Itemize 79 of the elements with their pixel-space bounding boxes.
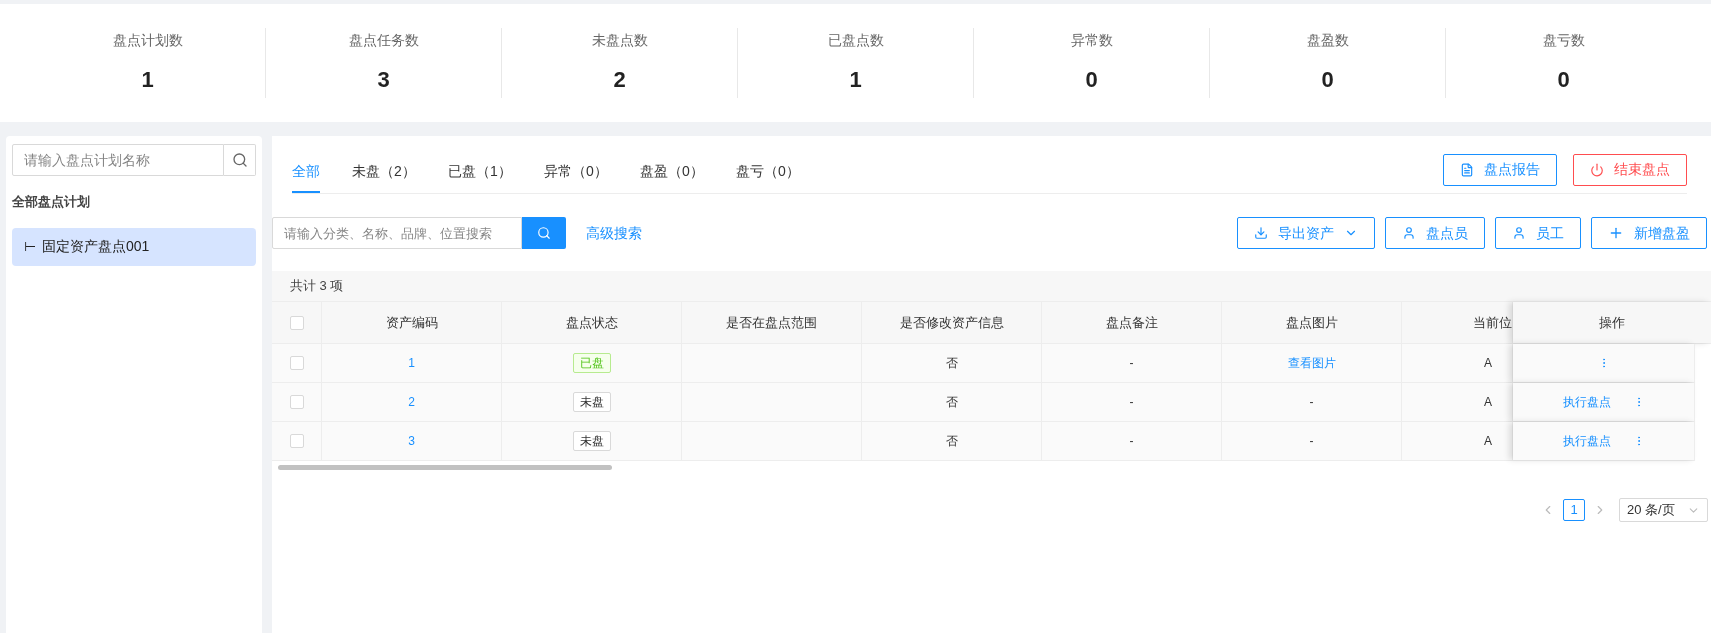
power-icon [1590, 162, 1604, 177]
search-icon [537, 226, 551, 240]
search-button[interactable] [224, 144, 256, 176]
stat-value: 1 [141, 66, 154, 94]
status-tag: 未盘 [572, 392, 611, 412]
table-cell-text: - [1129, 394, 1134, 411]
page-button[interactable]: 1 [1563, 499, 1585, 521]
stat-value: 0 [1085, 66, 1098, 94]
table-cell-text: A [1484, 433, 1492, 450]
checkbox[interactable] [289, 395, 304, 409]
stat-label: 未盘点数 [591, 31, 648, 50]
execute-count-link[interactable]: 执行盘点 [1562, 393, 1611, 411]
table-cell-text: 否 [945, 355, 958, 372]
checkbox[interactable] [289, 434, 304, 448]
plan-name: 固定资产盘点001 [42, 237, 150, 256]
report-button[interactable]: 盘点报告 [1443, 153, 1557, 186]
table-cell-text: A [1484, 355, 1492, 372]
table-cell-text: 否 [945, 433, 958, 450]
stat-value: 0 [1557, 66, 1570, 94]
stat-label: 异常数 [1070, 31, 1113, 50]
column-header: 是否在盘点范围 [726, 313, 817, 332]
stat-label: 盘亏数 [1542, 31, 1585, 50]
download-icon [1254, 226, 1268, 240]
column-header: 是否修改资产信息 [899, 313, 1004, 332]
filter-tab[interactable]: 未盘（2） [352, 152, 416, 193]
table-cell-text: 否 [945, 394, 958, 411]
add-button[interactable]: 新增盘盈 [1591, 217, 1707, 249]
column-header: 盘点备注 [1105, 313, 1158, 332]
plan-tree-heading: 全部盘点计划 [12, 193, 91, 211]
checkbox[interactable] [289, 356, 304, 370]
stat-label: 盘点任务数 [348, 31, 419, 50]
user-icon [1402, 226, 1416, 240]
plan-search-field[interactable]: 请输入盘点计划名称 [12, 144, 224, 176]
advanced-search-link[interactable]: 高级搜索 [586, 222, 642, 244]
asset-code-link[interactable]: 2 [408, 393, 415, 411]
view-image-link[interactable]: 查看图片 [1287, 354, 1336, 372]
user-button[interactable]: 盘点员 [1385, 217, 1485, 249]
table-cell-text: A [1484, 394, 1492, 411]
export-button[interactable]: 导出资产 [1237, 217, 1375, 249]
document-icon [1460, 162, 1474, 177]
filter-tab[interactable]: 盘亏（0） [736, 152, 800, 193]
tree-line-marker: ⊢ [24, 237, 36, 256]
column-header: 资产编码 [385, 313, 438, 332]
page-size-select[interactable]: 20 条/页 [1619, 498, 1708, 522]
column-header: 操作 [1599, 313, 1625, 332]
asset-code-link[interactable]: 1 [408, 354, 415, 372]
status-tag: 未盘 [572, 431, 611, 451]
total-count: 共计 3 项 [290, 277, 344, 296]
stat-value: 1 [849, 66, 862, 94]
filter-tab[interactable]: 异常（0） [544, 152, 608, 193]
column-header: 盘点状态 [565, 313, 618, 332]
horizontal-scrollbar[interactable] [278, 465, 612, 470]
plan-tree-item[interactable]: ⊢ 固定资产盘点001 [12, 227, 256, 266]
search-button[interactable] [522, 217, 566, 249]
filter-tab[interactable]: 盘盈（0） [640, 152, 704, 193]
stat-label: 盘点计划数 [112, 31, 183, 50]
plus-icon [1608, 225, 1624, 241]
search-icon [231, 152, 248, 168]
user-icon [1512, 226, 1526, 240]
stat-value: 2 [613, 66, 626, 94]
table-cell-text: - [1309, 433, 1314, 450]
checkbox[interactable] [289, 315, 304, 330]
table-cell-text: - [1129, 433, 1134, 450]
column-header: 盘点图片 [1285, 313, 1338, 332]
filter-tab[interactable]: 全部 [292, 152, 320, 193]
stat-value: 3 [377, 66, 390, 94]
stat-value: 0 [1321, 66, 1334, 94]
filter-tab[interactable]: 已盘（1） [448, 152, 512, 193]
stat-label: 已盘点数 [827, 31, 884, 50]
table-cell-text: - [1309, 394, 1314, 411]
execute-count-link[interactable]: 执行盘点 [1562, 432, 1611, 450]
asset-search-field[interactable]: 请输入分类、名称、品牌、位置搜索 [272, 217, 522, 249]
status-tag: 已盘 [572, 353, 611, 373]
table-cell-text: - [1129, 355, 1134, 372]
asset-code-link[interactable]: 3 [408, 432, 415, 450]
end-count-button[interactable]: 结束盘点 [1573, 153, 1687, 186]
stat-label: 盘盈数 [1306, 31, 1349, 50]
user-button[interactable]: 员工 [1495, 217, 1581, 249]
column-header: 当前位 [1473, 313, 1512, 332]
